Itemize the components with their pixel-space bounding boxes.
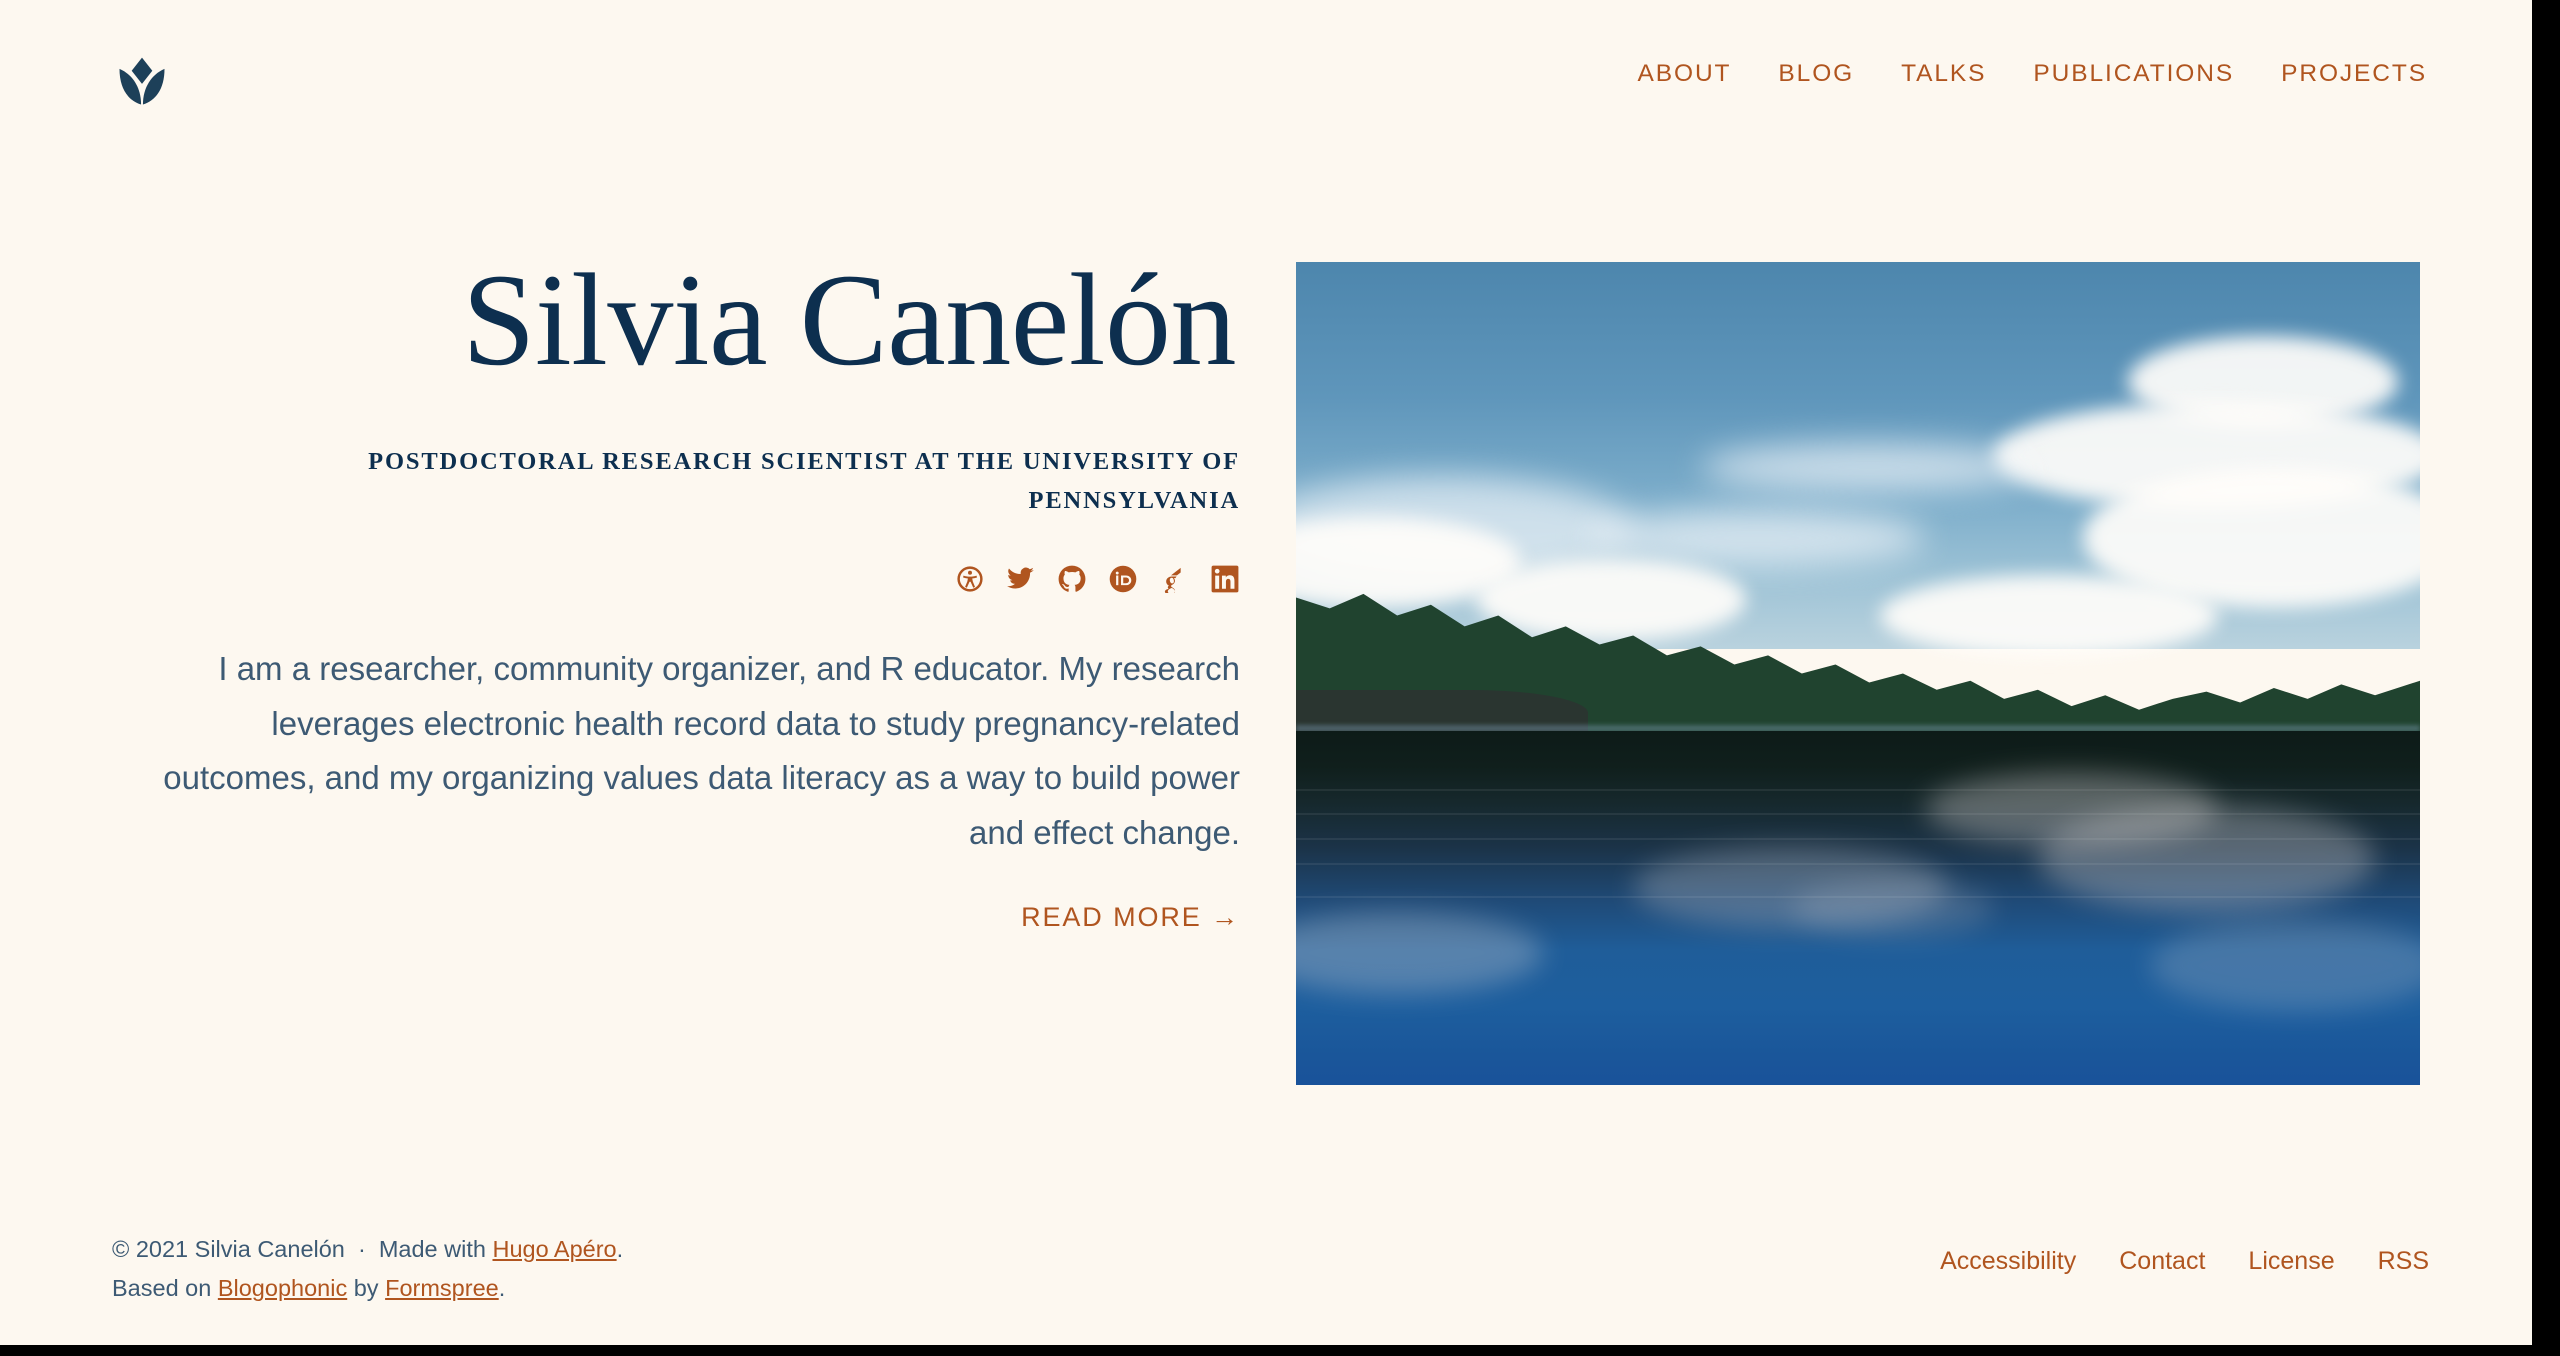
tulip-logo-icon [119, 57, 165, 105]
footer-based-on-mid: by [347, 1275, 386, 1302]
social-links [150, 564, 1240, 594]
footer-made-with-suffix: . [616, 1236, 624, 1262]
nav-item-publications[interactable]: PUBLICATIONS [2033, 61, 2234, 87]
main-navigation: ABOUT BLOG TALKS PUBLICATIONS PROJECTS [1638, 61, 2427, 87]
linkedin-icon-link[interactable] [1210, 564, 1240, 594]
photo-cloud [1588, 508, 1926, 567]
github-icon [1058, 565, 1086, 593]
hero-subtitle: POSTDOCTORAL RESEARCH SCIENTIST AT THE U… [368, 447, 1240, 515]
read-more-link[interactable]: READ MORE → [1021, 902, 1240, 933]
photo-cloud [1700, 443, 2038, 493]
page-root: ABOUT BLOG TALKS PUBLICATIONS PROJECTS S… [0, 0, 2532, 1345]
photo-cloud [1880, 574, 2218, 658]
footer-credits-line-2: Based on Blogophonic by Formspree. [112, 1269, 623, 1308]
footer-copyright: © 2021 Silvia Canelón [112, 1236, 345, 1262]
nav-item-about[interactable]: ABOUT [1638, 61, 1732, 87]
hero-lake-photo [1296, 262, 2420, 1085]
site-header: ABOUT BLOG TALKS PUBLICATIONS PROJECTS [0, 0, 2532, 165]
footer-based-on-suffix: . [498, 1275, 506, 1302]
footer-formspree-link[interactable]: Formspree [385, 1275, 499, 1301]
orcid-icon-link[interactable] [1108, 564, 1138, 594]
google-scholar-icon-link[interactable] [1159, 564, 1189, 594]
orcid-icon [1109, 565, 1137, 593]
footer-link-accessibility[interactable]: Accessibility [1940, 1247, 2076, 1276]
hero-section: Silvia Canelón POSTDOCTORAL RESEARCH SCI… [0, 165, 2532, 1165]
footer-based-on-prefix: Based on [112, 1275, 218, 1302]
footer-link-rss[interactable]: RSS [2378, 1247, 2429, 1276]
twitter-icon [1007, 567, 1034, 589]
footer-link-license[interactable]: License [2248, 1247, 2334, 1276]
footer-made-with-prefix: Made with [378, 1236, 493, 1262]
twitter-icon-link[interactable] [1006, 564, 1036, 594]
footer-navigation: Accessibility Contact License RSS [1940, 1247, 2429, 1276]
nav-item-talks[interactable]: TALKS [1901, 61, 1986, 87]
photo-reflection [1790, 879, 1993, 937]
footer-link-contact[interactable]: Contact [2119, 1247, 2205, 1276]
photo-reflection [2150, 920, 2420, 1011]
footer-hugo-apero-link[interactable]: Hugo Apéro [492, 1236, 616, 1262]
accessibility-icon-link[interactable] [955, 564, 985, 594]
hero-bio-text: I am a researcher, community organizer, … [163, 650, 1240, 851]
site-logo-link[interactable] [112, 52, 172, 112]
github-icon-link[interactable] [1057, 564, 1087, 594]
footer-blogophonic-link[interactable]: Blogophonic [218, 1275, 347, 1301]
google-scholar-icon [1164, 568, 1181, 594]
footer-credits: © 2021 Silvia Canelón · Made with Hugo A… [112, 1230, 623, 1309]
nav-item-blog[interactable]: BLOG [1778, 61, 1854, 87]
page-title: Silvia Canelón [462, 246, 1236, 393]
footer-separator: · [344, 1236, 379, 1262]
site-footer: © 2021 Silvia Canelón · Made with Hugo A… [0, 1165, 2532, 1345]
accessibility-icon [957, 566, 983, 592]
linkedin-icon [1211, 565, 1239, 593]
nav-item-projects[interactable]: PROJECTS [2281, 61, 2427, 87]
footer-credits-line-1: © 2021 Silvia Canelón · Made with Hugo A… [112, 1230, 623, 1269]
hero-text-column: Silvia Canelón POSTDOCTORAL RESEARCH SCI… [150, 250, 1240, 933]
